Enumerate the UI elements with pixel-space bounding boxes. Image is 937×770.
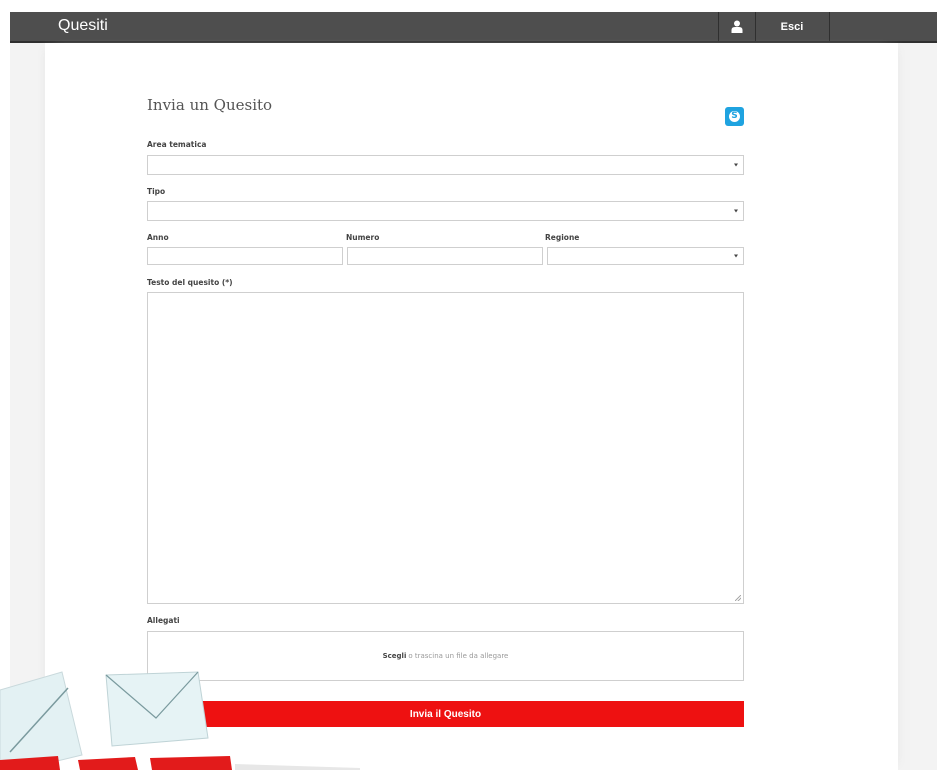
choose-file-link[interactable]: Scegli: [383, 652, 407, 660]
form-title: Invia un Quesito: [147, 96, 273, 114]
user-icon: [731, 20, 743, 33]
tipo-select[interactable]: [147, 201, 744, 221]
page-margin: [0, 0, 10, 770]
app-title: Quesiti: [58, 17, 108, 34]
tipo-label: Tipo: [147, 187, 166, 196]
envelope-icon: [0, 671, 83, 770]
testo-textarea[interactable]: [147, 292, 744, 604]
chevron-down-icon: [734, 209, 738, 213]
numero-label: Numero: [346, 233, 380, 242]
numero-input[interactable]: [347, 247, 543, 265]
area-label: Area tematica: [147, 140, 207, 149]
background-right: [898, 43, 937, 770]
dropzone-hint: o trascina un file da allegare: [408, 652, 509, 660]
regione-select[interactable]: [547, 247, 744, 265]
top-bar: Quesiti Esci: [10, 12, 937, 43]
chevron-down-icon: [734, 254, 738, 258]
area-select[interactable]: [147, 155, 744, 175]
user-button[interactable]: [718, 12, 756, 41]
decorative-envelopes: [0, 671, 360, 770]
skype-button[interactable]: S: [725, 107, 744, 126]
skype-icon: S: [729, 111, 740, 122]
anno-input[interactable]: [147, 247, 343, 265]
logout-button[interactable]: Esci: [755, 12, 830, 41]
envelope-icon: [105, 671, 209, 747]
resize-handle[interactable]: [735, 595, 741, 601]
allegati-label: Allegati: [147, 616, 180, 625]
chevron-down-icon: [734, 163, 738, 167]
anno-label: Anno: [147, 233, 169, 242]
testo-label: Testo del quesito (*): [147, 278, 233, 287]
regione-label: Regione: [545, 233, 580, 242]
